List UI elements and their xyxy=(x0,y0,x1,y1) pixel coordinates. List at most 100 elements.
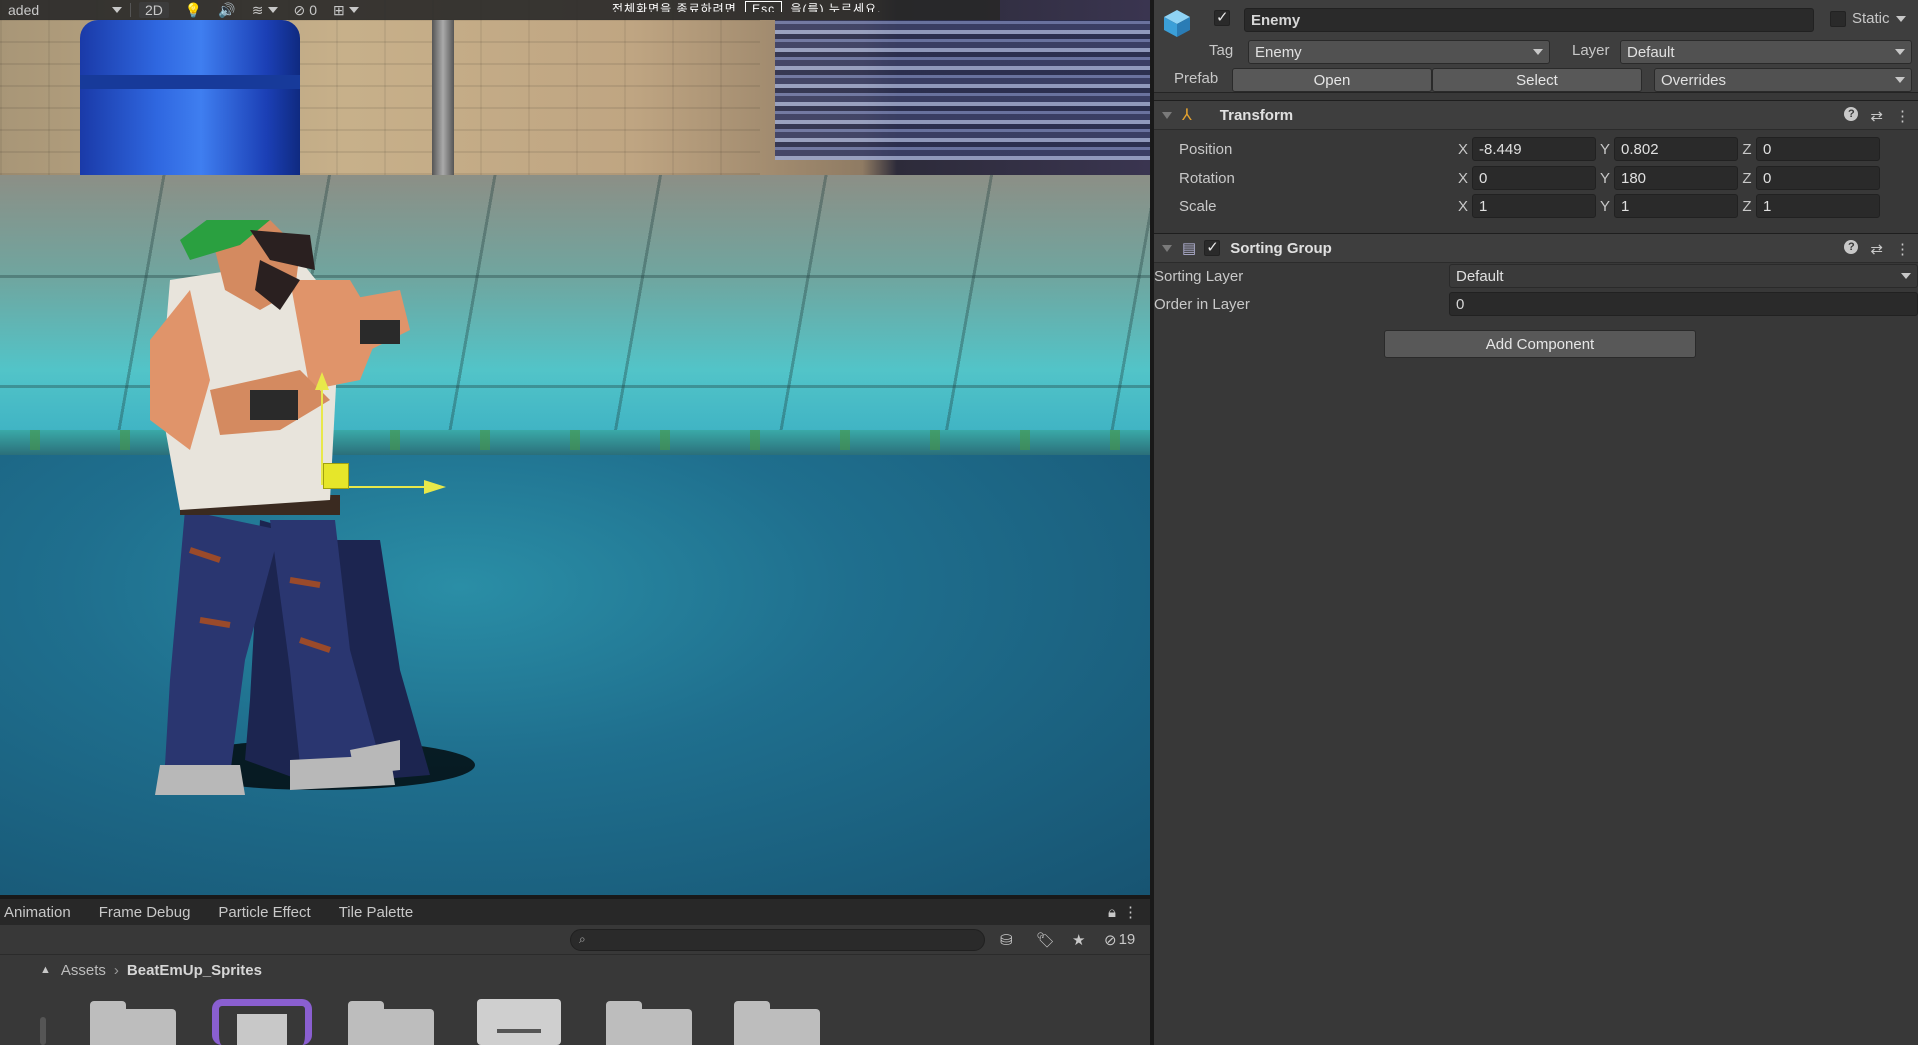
transform-axes-icon: ⅄ xyxy=(1182,107,1192,124)
gizmos-dropdown[interactable]: ⊞ xyxy=(325,0,367,20)
layer-value: Default xyxy=(1627,43,1675,61)
breadcrumb-current-folder[interactable]: BeatEmUp_Sprites xyxy=(127,962,262,979)
tag-dropdown[interactable]: Enemy xyxy=(1248,40,1550,64)
foldout-arrow-icon[interactable] xyxy=(1162,244,1172,252)
help-icon[interactable]: ? xyxy=(1844,240,1859,254)
search-icon: ⌕ xyxy=(579,932,586,946)
prefab-overrides-dropdown[interactable]: Overrides xyxy=(1654,68,1912,92)
prefab-select-button[interactable]: Select xyxy=(1432,68,1642,92)
static-checkbox[interactable] xyxy=(1830,10,1846,27)
scale-z-field[interactable]: 1 xyxy=(1756,194,1880,218)
layer-dropdown[interactable]: Default xyxy=(1620,40,1912,64)
eye-slash-icon: ⊘ xyxy=(293,1,306,18)
object-name-field[interactable]: Enemy xyxy=(1244,8,1814,32)
axis-z-label[interactable]: Z xyxy=(1738,198,1756,215)
axis-y-label[interactable]: Y xyxy=(1596,141,1614,158)
order-in-layer-value: 0 xyxy=(1456,295,1465,313)
esc-key-badge: Esc xyxy=(745,1,783,12)
scrollbar-handle[interactable] xyxy=(40,1017,46,1045)
effects-dropdown[interactable]: ≋ xyxy=(244,0,286,20)
rotation-z-field[interactable]: 0 xyxy=(1756,166,1880,190)
order-in-layer-row: Order in Layer 0 xyxy=(1154,290,1918,318)
foldout-arrow-icon[interactable] xyxy=(1162,111,1172,119)
breadcrumb: ▲ Assets › BeatEmUp_Sprites xyxy=(0,955,1150,985)
mode-2d-toggle[interactable]: 2D xyxy=(139,2,169,18)
collapse-arrow-icon[interactable]: ▲ xyxy=(40,964,51,976)
lock-icon[interactable]: 🔒︎ xyxy=(1108,904,1116,921)
favorites-star-icon[interactable]: ★ xyxy=(1072,931,1085,949)
sorting-group-component-header[interactable]: ▤ Sorting Group ? ⇄ ⋮ xyxy=(1154,233,1918,263)
hidden-objects-toggle[interactable]: ⊘ 0 xyxy=(286,0,326,20)
position-x-field[interactable]: -8.449 xyxy=(1472,137,1596,161)
chevron-down-icon xyxy=(1901,273,1911,279)
shading-mode-dropdown[interactable]: aded xyxy=(0,0,130,20)
rotation-label: Rotation xyxy=(1179,169,1235,187)
file-asset-icon[interactable] xyxy=(477,999,561,1045)
position-row: Position X -8.449 Y 0.802 Z 0 xyxy=(1154,135,1918,163)
static-dropdown-chevron-icon[interactable] xyxy=(1895,15,1906,22)
kebab-menu-icon[interactable]: ⋮ xyxy=(1895,107,1910,125)
scene-pipe xyxy=(432,20,454,190)
transform-component-header[interactable]: ⅄ Transform ? ⇄ ⋮ xyxy=(1154,100,1918,130)
unity-editor: aded 2D 💡 🔊 ≋ ⊘ 0 ⊞ 전체화면을 종료하려면 Esc 을(를)… xyxy=(0,0,1918,1045)
add-component-button[interactable]: Add Component xyxy=(1384,330,1696,358)
inspector-header: Enemy Static Tag Enemy Layer Default xyxy=(1154,0,1918,93)
lighting-toggle[interactable]: 💡 xyxy=(177,0,210,20)
tab-frame-debug[interactable]: Frame Debug xyxy=(85,904,205,921)
sorting-layer-dropdown[interactable]: Default xyxy=(1449,264,1918,288)
move-gizmo-y-arrowhead[interactable] xyxy=(315,372,329,390)
move-gizmo-center-handle[interactable] xyxy=(323,463,349,489)
tile-palette-asset-icon[interactable] xyxy=(212,999,312,1045)
kebab-menu-icon[interactable]: ⋮ xyxy=(1123,903,1138,921)
layer-label: Layer xyxy=(1572,42,1610,59)
move-gizmo-x-arrowhead[interactable] xyxy=(424,480,446,494)
scale-label: Scale xyxy=(1179,197,1217,215)
kebab-menu-icon[interactable]: ⋮ xyxy=(1895,240,1910,258)
scale-y-field[interactable]: 1 xyxy=(1614,194,1738,218)
tab-tile-palette[interactable]: Tile Palette xyxy=(325,904,427,921)
preset-sliders-icon[interactable]: ⇄ xyxy=(1870,107,1883,125)
add-component-label: Add Component xyxy=(1485,335,1595,353)
prefab-open-label: Open xyxy=(1313,71,1351,89)
object-active-checkbox[interactable] xyxy=(1214,8,1230,26)
tab-animation[interactable]: Animation xyxy=(0,904,85,921)
folder-icon[interactable] xyxy=(348,999,434,1045)
rotation-x-field[interactable]: 0 xyxy=(1472,166,1596,190)
scene-view[interactable]: aded 2D 💡 🔊 ≋ ⊘ 0 ⊞ 전체화면을 종료하려면 Esc 을(를)… xyxy=(0,0,1150,895)
transform-title: Transform xyxy=(1219,106,1294,124)
sorting-group-enabled-checkbox[interactable] xyxy=(1204,238,1221,256)
enemy-sprite[interactable] xyxy=(150,220,510,800)
preset-sliders-icon[interactable]: ⇄ xyxy=(1870,240,1883,258)
filter-by-type-icon[interactable]: ⛁ xyxy=(1000,931,1013,949)
chevron-down-icon xyxy=(1895,49,1905,55)
breadcrumb-assets[interactable]: Assets xyxy=(61,962,106,979)
audio-toggle[interactable]: 🔊 xyxy=(210,0,243,20)
axis-x-label[interactable]: X xyxy=(1454,141,1472,158)
position-y-field[interactable]: 0.802 xyxy=(1614,137,1738,161)
position-z-field[interactable]: 0 xyxy=(1756,137,1880,161)
tab-particle-effect[interactable]: Particle Effect xyxy=(204,904,324,921)
hidden-packages-toggle[interactable]: ⊘ 19 xyxy=(1104,931,1135,949)
folder-icon[interactable] xyxy=(90,999,176,1045)
sorting-layer-value: Default xyxy=(1456,267,1504,285)
axis-y-label[interactable]: Y xyxy=(1596,198,1614,215)
light-bulb-icon: 💡 xyxy=(184,1,203,18)
scale-x-field[interactable]: 1 xyxy=(1472,194,1596,218)
prefab-open-button[interactable]: Open xyxy=(1232,68,1432,92)
help-icon[interactable]: ? xyxy=(1844,107,1859,121)
folder-icon[interactable] xyxy=(606,999,692,1045)
axis-x-label[interactable]: X xyxy=(1454,170,1472,187)
project-search-input[interactable]: ⌕ xyxy=(570,929,985,951)
order-in-layer-field[interactable]: 0 xyxy=(1449,292,1918,316)
prefab-label: Prefab xyxy=(1174,70,1219,87)
axis-x-label[interactable]: X xyxy=(1454,198,1472,215)
filter-by-label-icon[interactable]: 🏷︎ xyxy=(1036,931,1055,949)
folder-icon[interactable] xyxy=(734,999,820,1045)
rotation-y-field[interactable]: 180 xyxy=(1614,166,1738,190)
axis-y-label[interactable]: Y xyxy=(1596,170,1614,187)
hidden-packages-count: 19 xyxy=(1118,931,1136,948)
static-label: Static xyxy=(1852,10,1890,27)
axis-z-label[interactable]: Z xyxy=(1738,170,1756,187)
axis-z-label[interactable]: Z xyxy=(1738,141,1756,158)
scale-row: Scale X 1 Y 1 Z 1 xyxy=(1154,192,1918,220)
